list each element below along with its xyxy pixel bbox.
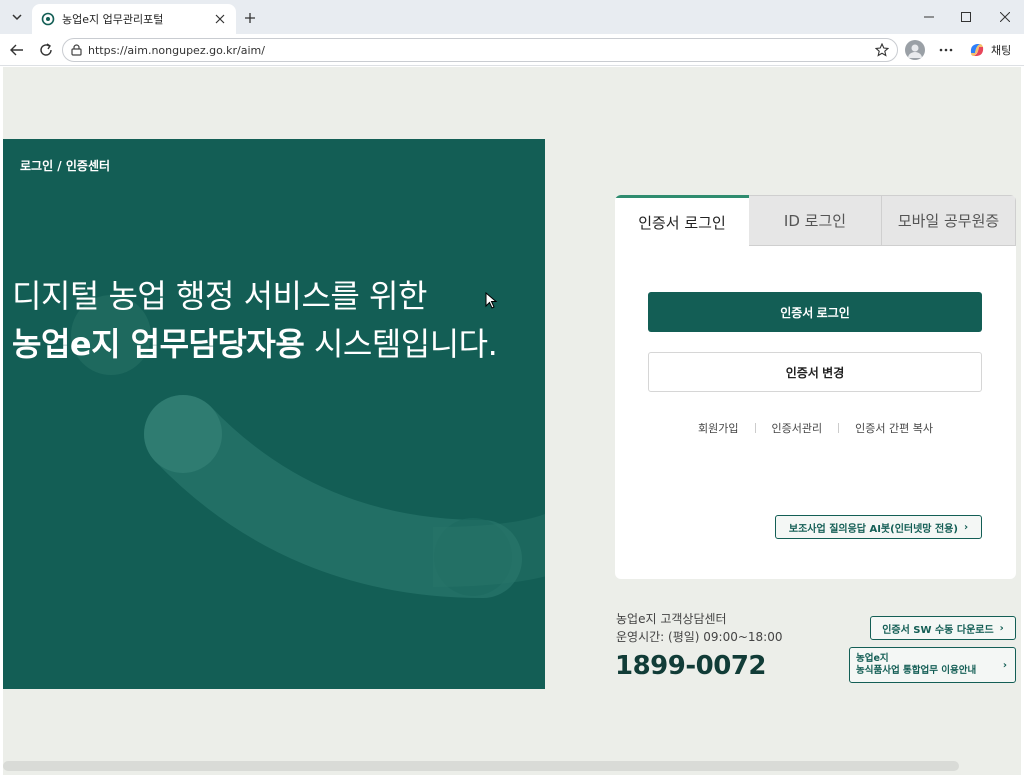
tab-mobile-id[interactable]: 모바일 공무원증 [882, 195, 1016, 246]
sw-download-button[interactable]: 인증서 SW 수동 다운로드 › [870, 616, 1016, 640]
reload-button[interactable] [35, 39, 57, 61]
ai-bot-button[interactable]: 보조사업 질의응답 AI봇(인터넷망 전용) › [775, 515, 982, 539]
usage-guide-line2: 농식품사업 통합업무 이용안내 [856, 665, 977, 676]
customer-center-hours: 운영시간: (평일) 09:00~18:00 [616, 630, 783, 644]
breadcrumb: 로그인 / 인증센터 [20, 159, 111, 173]
change-certificate-button[interactable]: 인증서 변경 [648, 352, 982, 392]
certificate-copy-link[interactable]: 인증서 간편 복사 [855, 420, 933, 436]
tab-certificate-login[interactable]: 인증서 로그인 [615, 195, 749, 246]
usage-guide-label: 농업e지 농식품사업 통합업무 이용안내 [856, 653, 976, 677]
maximize-icon [961, 12, 971, 22]
site-favicon-icon [40, 11, 56, 27]
address-bar[interactable]: https://aim.nongupez.go.kr/aim/ [62, 38, 898, 62]
usage-guide-line1: 농업e지 [856, 653, 889, 664]
lock-icon [71, 44, 82, 56]
copilot-label: 채팅 [991, 44, 1012, 57]
minimize-button[interactable] [918, 6, 940, 28]
login-tabs: 인증서 로그인 ID 로그인 모바일 공무원증 [615, 195, 1016, 246]
close-icon [1000, 12, 1010, 22]
login-card: 인증서 로그인 ID 로그인 모바일 공무원증 인증서 로그인 인증서 변경 회… [615, 195, 1016, 579]
more-horizontal-icon [939, 48, 953, 52]
hero-highlight: 농업e지 업무담당자용 [12, 325, 305, 363]
usage-guide-button[interactable]: 농업e지 농식품사업 통합업무 이용안내 › [849, 647, 1016, 683]
chevron-right-icon: › [1002, 660, 1007, 671]
signup-link[interactable]: 회원가입 [698, 420, 738, 436]
browser-tab-bar: 농업e지 업무관리포털 [0, 0, 1024, 34]
customer-center-phone: 1899-0072 [615, 651, 767, 681]
arrow-left-icon [10, 44, 23, 56]
back-button[interactable] [6, 39, 28, 61]
chevron-down-icon [12, 14, 22, 21]
decorative-swoosh [432, 513, 545, 587]
customer-center-title: 농업e지 고객상담센터 [616, 612, 727, 626]
login-links: 회원가입 인증서관리 인증서 간편 복사 [615, 420, 1016, 436]
horizontal-scrollbar[interactable] [3, 761, 959, 771]
copilot-chat-button[interactable]: 채팅 [964, 39, 1020, 61]
page-viewport: 로그인 / 인증센터 디지털 농업 행정 서비스를 위한 농업e지 업무담당자용… [3, 67, 1021, 775]
browser-toolbar: https://aim.nongupez.go.kr/aim/ 채팅 [0, 34, 1024, 66]
hero-banner: 로그인 / 인증센터 디지털 농업 행정 서비스를 위한 농업e지 업무담당자용… [3, 139, 545, 689]
mouse-cursor-icon [485, 292, 498, 309]
url-text: https://aim.nongupez.go.kr/aim/ [88, 43, 265, 57]
plus-icon [245, 13, 255, 23]
sw-download-label: 인증서 SW 수동 다운로드 [882, 624, 994, 636]
chevron-right-icon: › [963, 521, 969, 533]
maximize-button[interactable] [955, 6, 977, 28]
new-tab-button[interactable] [240, 8, 260, 28]
tab-title: 농업e지 업무관리포털 [62, 13, 164, 26]
reload-icon [40, 43, 52, 56]
close-tab-icon[interactable] [212, 11, 228, 27]
divider [838, 423, 840, 433]
tab-actions-menu[interactable] [6, 7, 28, 27]
ai-bot-label: 보조사업 질의응답 AI봇(인터넷망 전용) [788, 523, 958, 535]
tab-id-login[interactable]: ID 로그인 [749, 195, 882, 246]
hero-suffix: 시스템입니다. [304, 325, 498, 363]
star-icon[interactable] [875, 43, 889, 57]
close-window-button[interactable] [994, 6, 1016, 28]
chevron-right-icon: › [999, 622, 1004, 634]
hero-subheadline: 농업e지 업무담당자용 시스템입니다. [12, 319, 498, 365]
copilot-icon [970, 44, 984, 56]
certificate-manage-link[interactable]: 인증서관리 [772, 420, 823, 436]
more-options-button[interactable] [936, 40, 956, 60]
profile-avatar[interactable] [905, 40, 925, 60]
certificate-login-button[interactable]: 인증서 로그인 [648, 292, 982, 332]
browser-tab-active[interactable]: 농업e지 업무관리포털 [32, 4, 236, 34]
divider [754, 423, 756, 433]
user-icon [908, 44, 922, 58]
decorative-circle [144, 395, 222, 473]
hero-decoration [71, 295, 545, 598]
minimize-icon [924, 16, 934, 18]
hero-headline: 디지털 농업 행정 서비스를 위한 [12, 277, 427, 315]
